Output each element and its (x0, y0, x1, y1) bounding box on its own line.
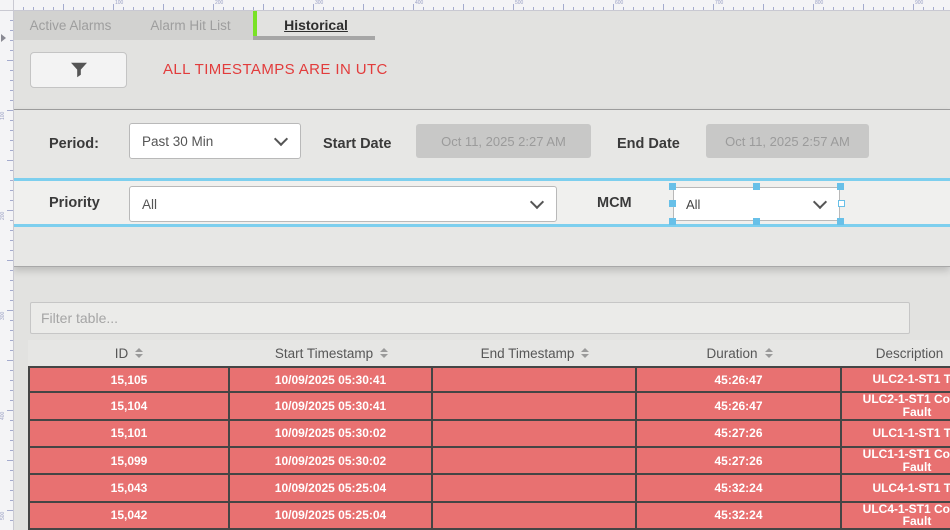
cell-id: 15,042 (28, 503, 230, 528)
cell-description: ULC2-1-ST1 Comm Fault (842, 393, 950, 418)
priority-value: All (142, 197, 157, 212)
cell-start: 10/09/2025 05:30:02 (230, 421, 433, 446)
cell-id: 15,104 (28, 393, 230, 418)
sort-icon (135, 348, 143, 358)
cell-description: ULC4-1-ST1 Comm Fault (842, 503, 950, 528)
cell-duration: 45:26:47 (637, 393, 842, 418)
cell-start: 10/09/2025 05:25:04 (230, 503, 433, 528)
filter-panel: Period: Past 30 Min Start Date Oct 11, 2… (13, 109, 950, 267)
end-date-field[interactable]: Oct 11, 2025 2:57 AM (706, 124, 869, 158)
selection-handle[interactable] (669, 183, 676, 190)
priority-label: Priority (49, 195, 100, 211)
selection-handle[interactable] (837, 218, 844, 225)
table-header: ID Start Timestamp End Timestamp Duratio… (28, 340, 950, 366)
selection-handle[interactable] (753, 183, 760, 190)
column-header-end-timestamp[interactable]: End Timestamp (433, 340, 637, 366)
designer-canvas: Active Alarms Alarm Hit List Historical … (13, 10, 950, 530)
sort-icon (380, 348, 388, 358)
period-select[interactable]: Past 30 Min (129, 123, 301, 159)
funnel-icon (70, 62, 88, 78)
cell-description: ULC1-1-ST1 Tip (842, 421, 950, 446)
period-row: Period: Past 30 Min Start Date Oct 11, 2… (14, 110, 950, 181)
filter-button[interactable] (30, 52, 127, 88)
cell-duration: 45:27:26 (637, 421, 842, 446)
cell-end (433, 368, 637, 391)
cell-start: 10/09/2025 05:25:04 (230, 475, 433, 500)
cell-start: 10/09/2025 05:30:41 (230, 393, 433, 418)
priority-select[interactable]: All (129, 186, 557, 222)
cell-id: 15,043 (28, 475, 230, 500)
cell-end (433, 421, 637, 446)
selection-handle[interactable] (753, 218, 760, 225)
mcm-value: All (686, 197, 700, 212)
cell-end (433, 393, 637, 418)
cell-start: 10/09/2025 05:30:41 (230, 368, 433, 391)
selection-handle[interactable] (669, 218, 676, 225)
cell-duration: 45:26:47 (637, 368, 842, 391)
cell-description: ULC4-1-ST1 Tip (842, 475, 950, 500)
ruler-horizontal: 100200300400500600700800900 (13, 0, 950, 11)
ruler-position-marker (1, 34, 6, 42)
cell-description: ULC1-1-ST1 Comm Fault (842, 448, 950, 473)
selection-handle[interactable] (837, 183, 844, 190)
chevron-down-icon (274, 132, 288, 146)
table-filter-input[interactable] (30, 302, 910, 334)
period-value: Past 30 Min (142, 134, 213, 149)
start-date-label: Start Date (323, 136, 392, 152)
sort-icon (765, 348, 773, 358)
mcm-label: MCM (597, 195, 632, 211)
cell-duration: 45:32:24 (637, 503, 842, 528)
table-row[interactable]: 15,04210/09/2025 05:25:04 45:32:24ULC4-1-… (28, 503, 950, 530)
active-tab-underline (253, 36, 375, 40)
tab-alarm-hit-list[interactable]: Alarm Hit List (128, 10, 253, 40)
mcm-select[interactable]: All (673, 187, 840, 221)
column-header-description[interactable]: Description (842, 340, 950, 366)
alarm-table-body: 15,10510/09/2025 05:30:41 45:26:47ULC2-1-… (28, 366, 950, 530)
mcm-select-selection: All (673, 187, 840, 221)
cell-id: 15,099 (28, 448, 230, 473)
cell-description: ULC2-1-ST1 Tip (842, 368, 950, 391)
start-date-field[interactable]: Oct 11, 2025 2:27 AM (416, 124, 591, 158)
cell-end (433, 475, 637, 500)
column-header-duration[interactable]: Duration (637, 340, 842, 366)
cell-end (433, 448, 637, 473)
cell-id: 15,101 (28, 421, 230, 446)
utc-notice: ALL TIMESTAMPS ARE IN UTC (163, 61, 388, 78)
chevron-down-icon (813, 195, 827, 209)
end-date-label: End Date (617, 136, 680, 152)
tab-bar: Active Alarms Alarm Hit List Historical (13, 10, 950, 40)
table-row[interactable]: 15,10410/09/2025 05:30:41 45:26:47ULC2-1-… (28, 393, 950, 420)
table-row[interactable]: 15,10110/09/2025 05:30:02 45:27:26ULC1-1-… (28, 421, 950, 448)
selection-handle[interactable] (669, 200, 676, 207)
ruler-vertical: 100200300400500 (0, 10, 14, 530)
priority-row: Priority All MCM All (14, 181, 950, 227)
period-label: Period: (49, 136, 99, 152)
tab-active-alarms[interactable]: Active Alarms (13, 10, 128, 40)
cell-id: 15,105 (28, 368, 230, 391)
cell-end (433, 503, 637, 528)
table-row[interactable]: 15,04310/09/2025 05:25:04 45:32:24ULC4-1-… (28, 475, 950, 502)
cell-start: 10/09/2025 05:30:02 (230, 448, 433, 473)
column-header-id[interactable]: ID (28, 340, 230, 366)
table-row[interactable]: 15,09910/09/2025 05:30:02 45:27:26ULC1-1-… (28, 448, 950, 475)
selection-handle[interactable] (838, 200, 845, 207)
cell-duration: 45:32:24 (637, 475, 842, 500)
column-header-start-timestamp[interactable]: Start Timestamp (230, 340, 433, 366)
chevron-down-icon (530, 195, 544, 209)
table-row[interactable]: 15,10510/09/2025 05:30:41 45:26:47ULC2-1-… (28, 366, 950, 393)
sort-icon (581, 348, 589, 358)
ruler-corner (0, 0, 14, 11)
cell-duration: 45:27:26 (637, 448, 842, 473)
